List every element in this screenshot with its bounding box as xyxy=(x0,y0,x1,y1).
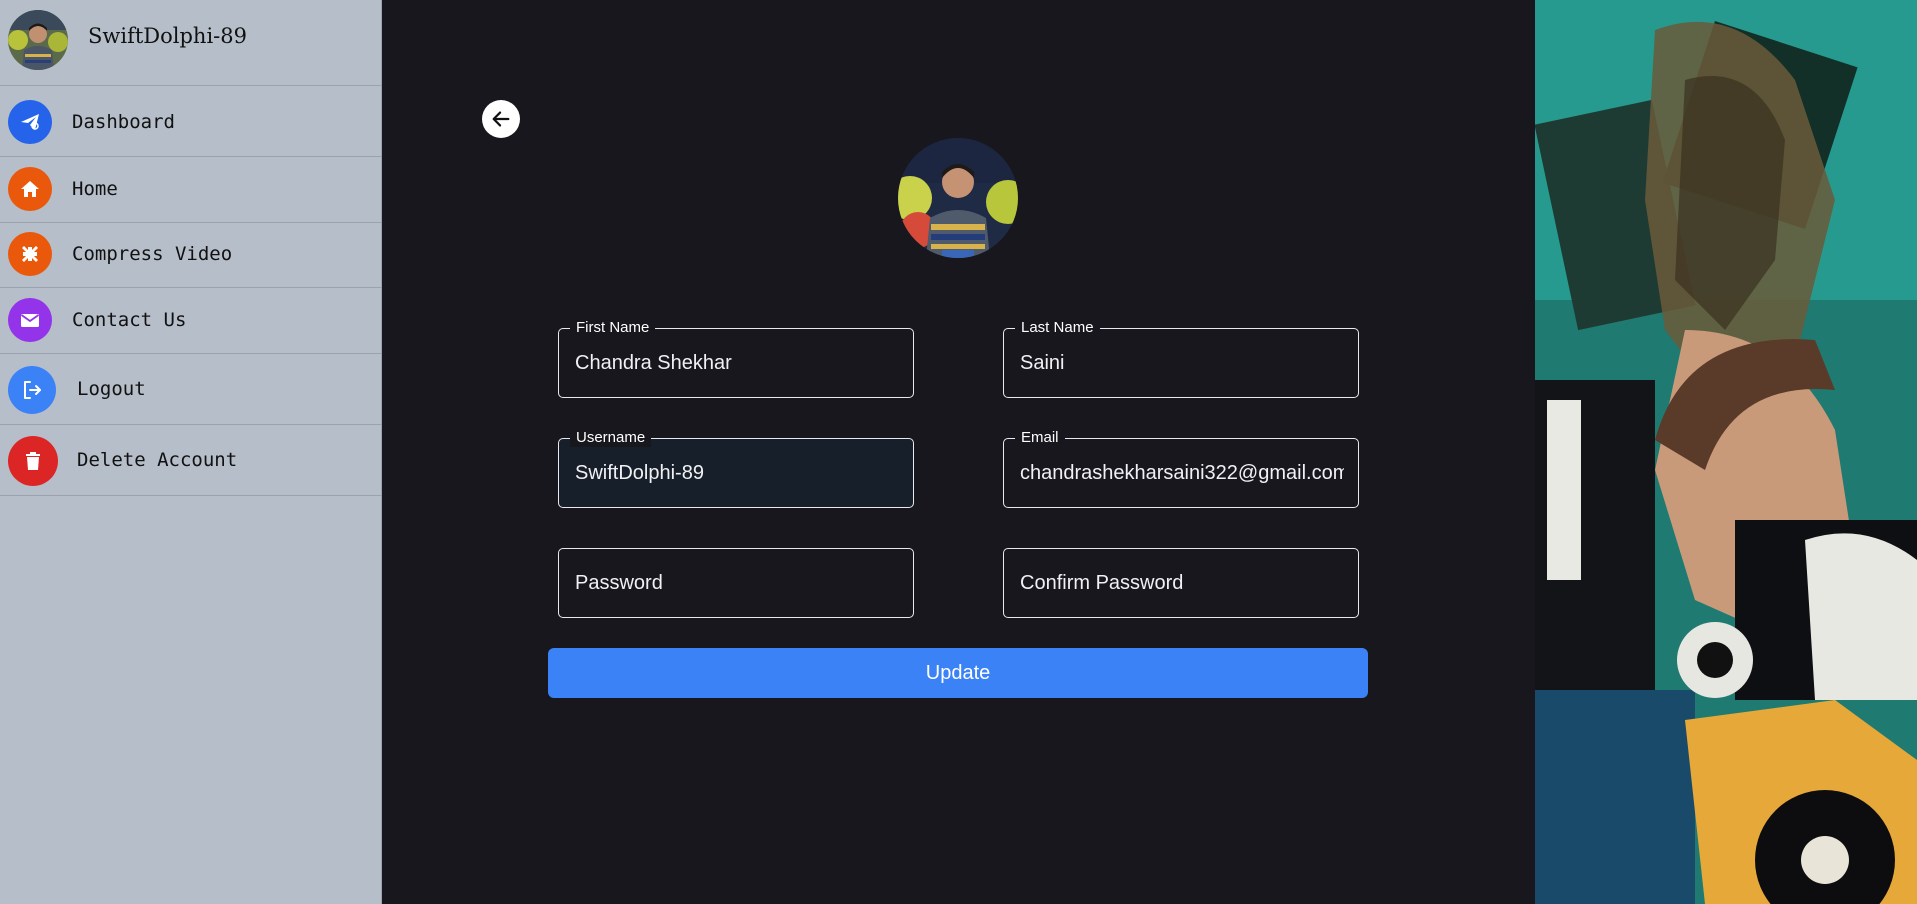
background-photo xyxy=(1535,0,1917,904)
main-panel xyxy=(382,0,1535,904)
sidebar: SwiftDolphi-89 Dashboard Home Compress V… xyxy=(0,0,382,904)
sidebar-item-label: Logout xyxy=(77,378,146,400)
arrow-left-icon xyxy=(492,111,510,127)
sidebar-profile: SwiftDolphi-89 xyxy=(0,0,382,86)
email-field[interactable]: Email chandrashekharsaini322@gmail.com xyxy=(1003,429,1359,508)
last-name-value: Saini xyxy=(1020,352,1065,374)
logout-icon xyxy=(8,366,56,414)
home-icon xyxy=(8,167,52,211)
sidebar-item-dashboard[interactable]: Dashboard xyxy=(0,86,382,157)
sidebar-item-label: Delete Account xyxy=(77,449,238,471)
sidebar-item-label: Dashboard xyxy=(72,111,175,133)
sidebar-item-contact-us[interactable]: Contact Us xyxy=(0,288,382,354)
username-value: SwiftDolphi-89 xyxy=(575,462,704,484)
trash-icon xyxy=(8,436,58,486)
sidebar-item-logout[interactable]: Logout xyxy=(0,354,382,425)
sidebar-item-label: Home xyxy=(72,178,118,200)
avatar xyxy=(8,10,68,70)
confirm-password-field[interactable]: Confirm Password xyxy=(1003,548,1359,618)
last-name-field[interactable]: Last Name Saini xyxy=(1003,319,1359,398)
profile-username: SwiftDolphi-89 xyxy=(88,24,247,48)
update-button[interactable]: Update xyxy=(548,648,1368,698)
profile-avatar[interactable] xyxy=(898,138,1018,258)
first-name-value: Chandra Shekhar xyxy=(575,352,732,374)
email-label: Email xyxy=(1015,429,1065,447)
first-name-field[interactable]: First Name Chandra Shekhar xyxy=(558,319,914,398)
paper-plane-icon xyxy=(8,100,52,144)
back-button[interactable] xyxy=(482,100,520,138)
sidebar-item-home[interactable]: Home xyxy=(0,157,382,223)
mail-icon xyxy=(8,298,52,342)
last-name-label: Last Name xyxy=(1015,319,1100,337)
email-value: chandrashekharsaini322@gmail.com xyxy=(1020,462,1344,484)
password-placeholder: Password xyxy=(575,572,663,594)
sidebar-item-label: Contact Us xyxy=(72,309,187,331)
sidebar-item-label: Compress Video xyxy=(72,243,233,265)
sidebar-item-compress-video[interactable]: Compress Video xyxy=(0,223,382,288)
sidebar-item-delete-account[interactable]: Delete Account xyxy=(0,425,382,496)
username-label: Username xyxy=(570,429,652,447)
username-field[interactable]: Username SwiftDolphi-89 xyxy=(558,429,914,508)
confirm-password-placeholder: Confirm Password xyxy=(1020,572,1184,594)
password-field[interactable]: Password xyxy=(558,548,914,618)
compress-icon xyxy=(8,232,52,276)
first-name-label: First Name xyxy=(570,319,656,337)
